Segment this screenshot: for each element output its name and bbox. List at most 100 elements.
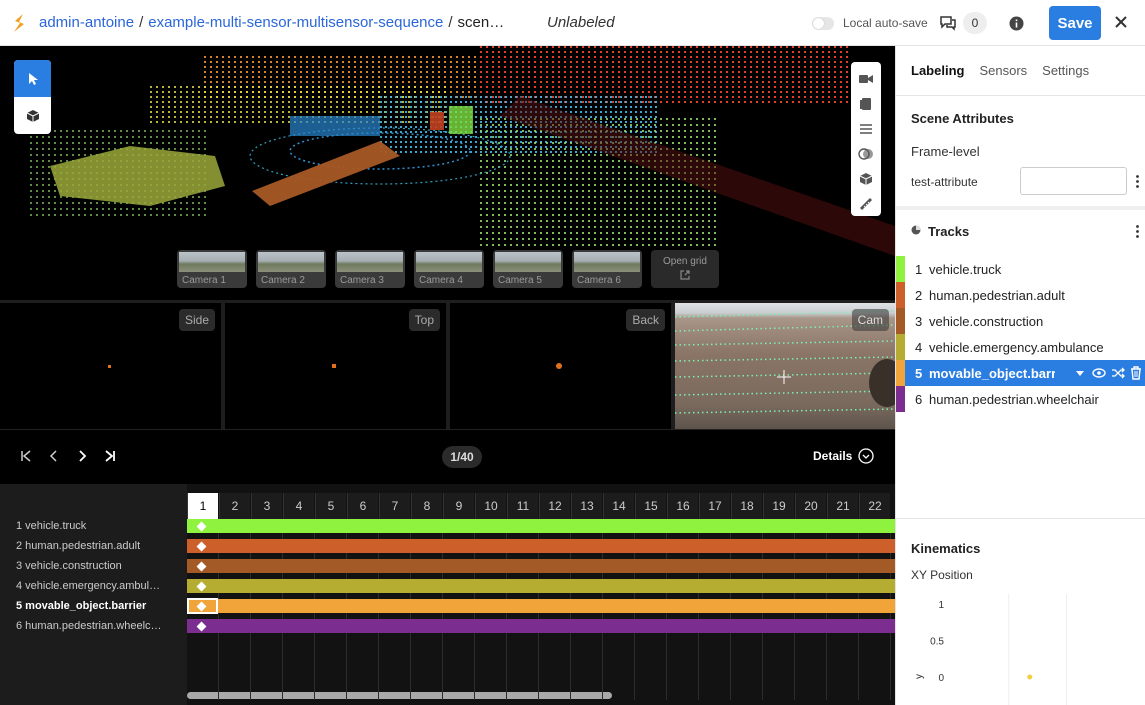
camera-view-button[interactable] [859,66,873,91]
keyframe-marker[interactable] [196,561,207,571]
divider [896,95,1145,96]
timeline-track-bar[interactable] [187,519,895,533]
camera-label: Camera 3 [340,275,384,286]
info-icon[interactable] [1009,16,1024,31]
keyframe-marker[interactable] [196,541,207,551]
eye-icon[interactable] [1092,366,1106,380]
last-frame-icon[interactable] [104,450,116,462]
keyframe-marker[interactable] [196,521,207,531]
frame-number[interactable]: 13 [571,493,602,519]
more-options-icon[interactable] [1136,225,1139,238]
breadcrumb-user[interactable]: admin-antoine [39,14,134,31]
details-toggle[interactable]: Details [813,448,875,464]
track-number: 1 [915,261,923,277]
breadcrumb-dataset[interactable]: example-multi-sensor-multisensor-sequenc… [148,14,443,31]
timeline-track-label[interactable]: 5 movable_object.barrier [16,600,146,612]
side-view[interactable]: Side [0,303,221,429]
camera-thumbnail[interactable]: Camera 1 [177,250,247,288]
track-row[interactable]: 3 vehicle.construction [896,308,1145,334]
track-row[interactable]: 1 vehicle.truck [896,256,1145,282]
frame-number[interactable]: 2 [219,493,250,519]
camera-thumbnail[interactable]: Camera 4 [414,250,484,288]
frame-number[interactable]: 5 [315,493,346,519]
keyframe-marker[interactable] [196,581,207,591]
cuboid-view-button[interactable] [859,166,873,191]
frame-number[interactable]: 4 [283,493,314,519]
frame-number[interactable]: 16 [667,493,698,519]
top-view[interactable]: Top [225,303,446,429]
keyframe-marker[interactable] [196,621,207,631]
timeline-track-label[interactable]: 1 vehicle.truck [16,520,86,532]
timeline-track-bar[interactable] [187,598,895,614]
frame-number[interactable]: 6 [347,493,378,519]
track-row[interactable]: 2 human.pedestrian.adult [896,282,1145,308]
frame-number[interactable]: 18 [731,493,762,519]
frame-number[interactable]: 19 [763,493,794,519]
camera-view[interactable]: Cam [675,303,895,429]
camera-thumbnail[interactable]: Camera 3 [335,250,405,288]
timeline-track-label[interactable]: 4 vehicle.emergency.ambul… [16,580,160,592]
frame-number[interactable]: 21 [827,493,858,519]
comments-button[interactable]: 0 [939,12,987,34]
frame-number[interactable]: 11 [507,493,538,519]
select-tool-button[interactable] [14,60,51,97]
track-number: 2 [915,287,923,303]
overlay-button[interactable] [858,141,874,166]
timeline-track-label[interactable]: 2 human.pedestrian.adult [16,540,140,552]
timeline-track-bar[interactable] [187,559,895,573]
tab-sensors[interactable]: Sensors [979,63,1027,78]
timeline-track-bar[interactable] [187,619,895,633]
camera-thumbnails: Camera 1 Camera 2 Camera 3 Camera 4 Came… [177,250,719,288]
frame-number[interactable]: 15 [635,493,666,519]
next-frame-icon[interactable] [77,450,87,462]
timeline-grid[interactable]: 1 2 3 4 5 6 7 8 9 10 11 12 13 14 15 16 17 18 19 20 21 22 [187,484,895,705]
frame-number[interactable]: 14 [603,493,634,519]
save-button[interactable]: Save [1049,6,1101,40]
tab-settings[interactable]: Settings [1042,63,1089,78]
frame-number[interactable]: 22 [859,493,890,519]
trash-icon[interactable] [1130,366,1142,380]
camera-label: Camera 4 [419,275,463,286]
more-options-icon[interactable] [1136,175,1139,188]
details-label: Details [813,449,853,463]
frame-number[interactable]: 10 [475,493,506,519]
frame-number[interactable]: 7 [379,493,410,519]
frame-number[interactable]: 8 [411,493,442,519]
camera-thumbnail[interactable]: Camera 2 [256,250,326,288]
lidar-3d-viewport[interactable]: Camera 1 Camera 2 Camera 3 Camera 4 Came… [0,46,895,300]
track-row[interactable]: 6 human.pedestrian.wheelchair [896,386,1145,412]
camera-thumbnail[interactable]: Camera 6 [572,250,642,288]
timeline: 1 vehicle.truck 2 human.pedestrian.adult 3… [0,484,895,705]
tab-labeling[interactable]: Labeling [911,63,964,78]
first-frame-icon[interactable] [20,450,32,462]
open-grid-button[interactable]: Open grid [651,250,719,288]
frame-number[interactable]: 1 [187,493,218,519]
open-grid-label: Open grid [663,256,707,267]
timeline-track-bar[interactable] [187,579,895,593]
timeline-track-bar[interactable] [187,539,895,553]
measure-button[interactable] [859,191,873,216]
timeline-track-label[interactable]: 6 human.pedestrian.wheelc… [16,620,162,632]
list-button[interactable] [859,116,873,141]
autosave-toggle[interactable] [812,16,834,30]
frame-number[interactable]: 17 [699,493,730,519]
cuboid-tool-button[interactable] [14,97,51,134]
layers-button[interactable] [859,91,873,116]
frame-number[interactable]: 20 [795,493,826,519]
frame-number[interactable]: 9 [443,493,474,519]
test-attribute-input[interactable] [1020,167,1127,195]
previous-frame-icon[interactable] [49,450,59,462]
track-name: human.pedestrian.adult [929,287,1065,303]
camera-thumbnail[interactable]: Camera 5 [493,250,563,288]
autosave-control[interactable]: Local auto-save [812,16,928,30]
track-row[interactable]: 4 vehicle.emergency.ambulance [896,334,1145,360]
back-view[interactable]: Back [450,303,671,429]
shuffle-icon[interactable] [1111,366,1125,380]
caret-down-icon[interactable] [1073,366,1087,380]
track-row[interactable]: 5 movable_object.barrier [896,360,1145,386]
frame-number[interactable]: 3 [251,493,282,519]
timeline-track-label[interactable]: 3 vehicle.construction [16,560,122,572]
track-name: human.pedestrian.wheelchair [929,391,1099,407]
close-icon[interactable] [1114,15,1128,29]
frame-number[interactable]: 12 [539,493,570,519]
